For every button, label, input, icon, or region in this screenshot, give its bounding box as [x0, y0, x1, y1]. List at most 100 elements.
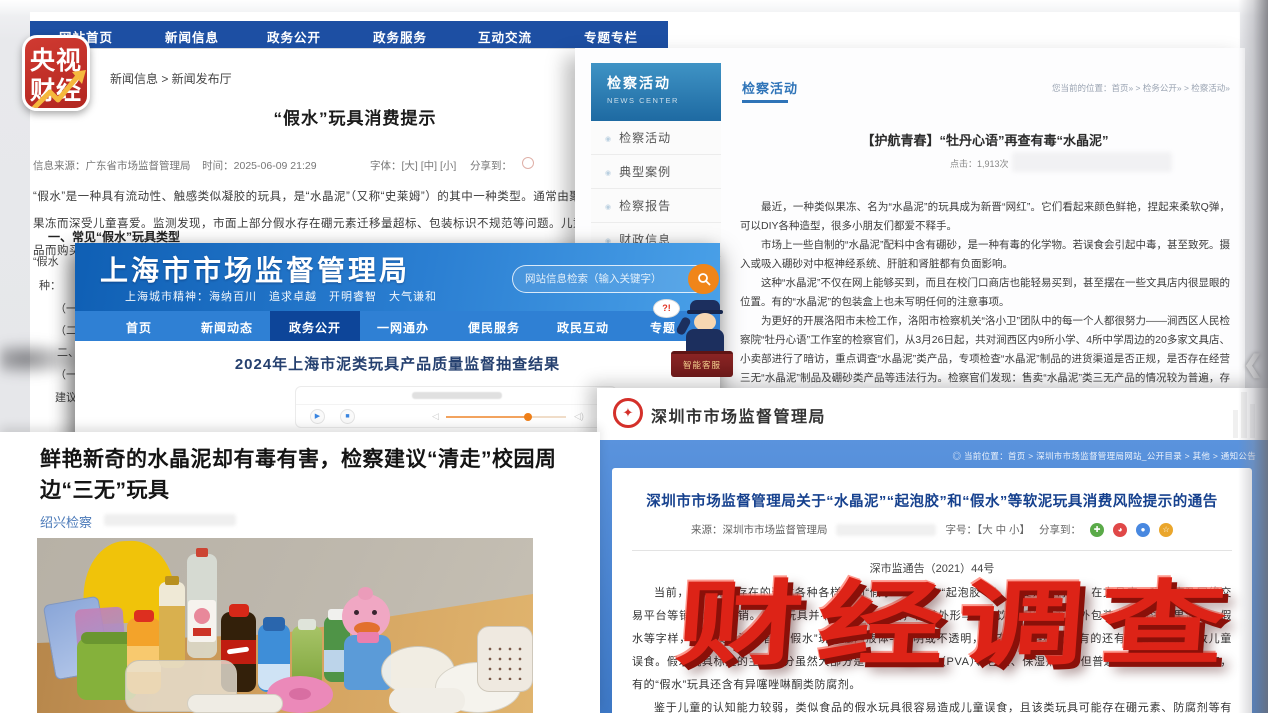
slime-container	[389, 688, 465, 713]
site-slogan: 上海城市精神：海纳百川 追求卓越 开明睿智 大气谦和	[125, 288, 437, 304]
tab-underline	[742, 100, 788, 103]
chevron-left-icon[interactable]: ❮	[1243, 350, 1263, 379]
body-fragment: 建议	[55, 389, 77, 405]
bottle-cap	[263, 617, 285, 631]
paragraph: 最近，一种类似果冻、名为“水晶泥”的玩具成为新晋“网红”。它们看起来颜色鲜艳，捏…	[740, 198, 1230, 236]
paragraph: 这种“水晶泥”不仅在网上能够买到，而且在校门口商店也能轻易买到，甚至摆在一些文具…	[740, 274, 1230, 312]
shenzhen-header: ✦ 深圳市市场监督管理局	[597, 388, 1268, 440]
program-watermark: 财经调查	[672, 550, 1245, 683]
volume-fill	[446, 416, 528, 418]
play-icon: ▶	[315, 413, 320, 420]
sidebar-title: 检察活动	[607, 73, 721, 93]
blurred-date	[836, 524, 936, 536]
sidebar-item-cases[interactable]: ◉典型案例	[591, 155, 721, 189]
window-shadow	[0, 340, 86, 378]
sh-nav-home[interactable]: 首页	[126, 319, 152, 336]
qq-share-icon[interactable]: ●	[1136, 523, 1150, 537]
bottle-cap	[196, 548, 208, 557]
body-fragment: “假水	[33, 253, 59, 269]
paragraph: 鉴于儿童的认知能力较弱，类似食品的假水玩具很容易造成儿童误食，且该类玩具可能存在…	[632, 697, 1232, 713]
article-title: 【护航青春】“牡丹心语”再查有毒“水晶泥”	[740, 130, 1230, 149]
sidebar-item-reports[interactable]: ◉检察报告	[591, 189, 721, 223]
breadcrumb[interactable]: 新闻信息 > 新闻发布厅	[110, 70, 232, 87]
article-title: 2024年上海市泥类玩具产品质量监督抽查结果	[75, 353, 720, 374]
sh-nav-interact[interactable]: 政民互动	[557, 319, 609, 336]
article-title: 鲜艳新奇的水晶泥却有毒有害，检察建议“清走”校园周边“三无”玩具	[40, 444, 568, 506]
container-label	[485, 644, 525, 680]
gd-nav-open[interactable]: 政务公开	[267, 27, 321, 46]
tab-activities[interactable]: 检察活动	[742, 78, 798, 97]
blurred-meta	[1012, 152, 1172, 172]
mascot-podium: 智能客服	[671, 351, 733, 377]
building-watermark-icon	[1231, 392, 1257, 438]
body-fragment: 种：	[39, 277, 61, 293]
cctv-finance-logo: 央视 财经	[22, 35, 90, 111]
stop-icon: ■	[345, 413, 349, 420]
sidebar-subtitle: NEWS CENTER	[607, 96, 721, 105]
play-button[interactable]: ▶	[310, 409, 325, 424]
gd-nav-special[interactable]: 专题专栏	[584, 27, 638, 46]
notice-meta: 来源：深圳市市场监督管理局 字号：【大 中 小】 分享到： ✚ ◕ ● ☆	[612, 522, 1252, 537]
share-icon[interactable]	[522, 157, 534, 169]
duck-topknot	[358, 587, 373, 600]
share-label: 分享到：	[470, 158, 512, 173]
weibo-share-icon[interactable]: ◕	[1113, 523, 1127, 537]
divider	[296, 404, 616, 405]
label-art	[194, 608, 210, 624]
sidebar-header: 检察活动 NEWS CENTER	[591, 63, 721, 121]
duck-eye	[372, 610, 377, 615]
body-fragment: （一	[55, 300, 77, 316]
shanghai-header: 上海市市场监督管理局 上海城市精神：海纳百川 追求卓越 开明睿智 大气谦和 网站…	[75, 243, 720, 311]
toys-photo	[37, 538, 533, 713]
article-byline[interactable]: 绍兴检察	[40, 512, 92, 531]
gd-nav-interact[interactable]: 互动交流	[478, 27, 532, 46]
notice-title: 深圳市市场监督管理局关于“水晶泥”“起泡胶”和“假水”等软泥玩具消费风险提示的通…	[642, 490, 1222, 511]
location-pin-icon: ◎	[953, 451, 964, 461]
donut-hole	[289, 688, 311, 700]
bullet-icon: ◉	[605, 204, 612, 211]
gov-emblem-icon: ✦	[613, 398, 643, 428]
speaker-icon: ◁	[432, 411, 439, 422]
window-shaoxing-article: 鲜艳新奇的水晶泥却有毒有害，检察建议“清走”校园周边“三无”玩具 绍兴检察	[0, 432, 600, 713]
article-meta-source: 信息来源：广东省市场监督管理局 时间：2025-06-09 21:29	[33, 158, 317, 173]
sh-nav-onestop[interactable]: 一网通办	[377, 319, 429, 336]
sh-nav-news[interactable]: 新闻动态	[201, 319, 253, 336]
font-size-switcher[interactable]: 字号：【大 中 小】	[945, 522, 1030, 537]
duck-bow	[357, 632, 379, 643]
wechat-share-icon[interactable]: ✚	[1090, 523, 1104, 537]
bottle-cap	[165, 576, 179, 585]
assistant-mascot[interactable]: ?! 智能客服	[653, 287, 741, 379]
sh-nav-service[interactable]: 便民服务	[468, 319, 520, 336]
gd-nav-news[interactable]: 新闻信息	[165, 27, 219, 46]
tv-news-frame: 网站首页 新闻信息 政务公开 政务服务 互动交流 专题专栏 新闻信息 > 新闻发…	[0, 0, 1268, 713]
bullet-icon: ◉	[605, 136, 612, 143]
breadcrumb[interactable]: ◎ 当前位置：首页 > 深圳市市场监督管理局网站_公开目录 > 其他 > 通知公…	[953, 450, 1256, 462]
share-label: 分享到：	[1039, 522, 1081, 537]
stop-button[interactable]: ■	[340, 409, 355, 424]
speaker-icon: ◁)	[574, 411, 584, 422]
sh-nav-open-active[interactable]: 政务公开	[289, 319, 341, 336]
meta-source: 来源：深圳市市场监督管理局	[691, 522, 828, 537]
blurred-meta	[104, 514, 236, 526]
site-name: 上海市市场监督管理局	[100, 249, 410, 289]
label-art	[193, 628, 211, 636]
sidebar-item-activities[interactable]: ◉检察活动	[591, 121, 721, 155]
font-size-switcher[interactable]: 字体：[大] [中] [小]	[370, 158, 456, 173]
clear-cups	[187, 694, 283, 713]
body-fragment: （二	[55, 322, 77, 338]
audio-player: ▶ ■ ◁ ◁)	[295, 386, 617, 428]
guangdong-nav-bar: 网站首页 新闻信息 政务公开 政务服务 互动交流 专题专栏	[30, 21, 668, 48]
bottle-cap	[134, 610, 154, 622]
gd-nav-service[interactable]: 政务服务	[373, 27, 427, 46]
qzone-share-icon[interactable]: ☆	[1159, 523, 1173, 537]
site-name: 深圳市市场监督管理局	[651, 403, 826, 427]
gold-bottle	[159, 582, 185, 668]
volume-knob[interactable]	[524, 413, 532, 421]
bottle-cap	[298, 619, 316, 630]
breadcrumb[interactable]: 您当前的位置：首页» > 检务公开» > 检察活动»	[1052, 82, 1230, 94]
bottle-cap	[229, 604, 249, 617]
rising-arrow-icon	[28, 68, 90, 111]
procuratorate-sidebar: 检察活动 NEWS CENTER ◉检察活动 ◉典型案例 ◉检察报告 ◉财政信息	[591, 63, 721, 257]
search-icon	[697, 272, 711, 286]
jar-rim	[81, 632, 133, 644]
